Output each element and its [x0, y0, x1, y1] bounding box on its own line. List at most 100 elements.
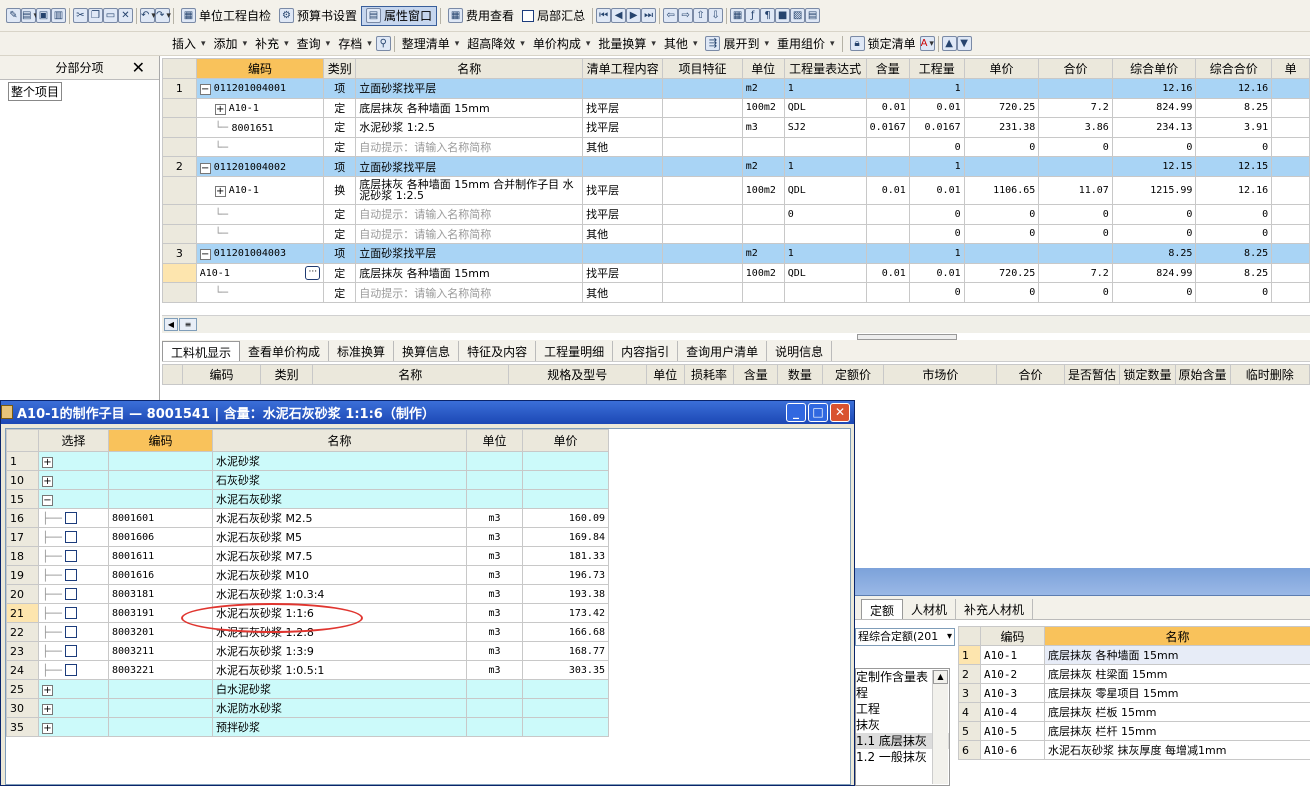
content-cell[interactable]: 其他: [582, 282, 664, 303]
bill-row[interactable]: + A10-1 定底层抹灰 各种墙面 15mm 找平层 100m2 QDL 0.01 0.01…: [162, 97, 1310, 119]
close-icon[interactable]: ✕: [830, 403, 850, 422]
name-cell[interactable]: 底层抹灰 各种墙面 15mm: [355, 97, 584, 119]
cost-view-button[interactable]: ▦ 费用查看: [444, 6, 518, 26]
next-icon[interactable]: ▶: [626, 8, 642, 23]
expr-cell[interactable]: 1: [783, 243, 867, 264]
unit-cell[interactable]: [741, 136, 785, 158]
name-cell[interactable]: 立面砂浆找平层: [355, 156, 584, 177]
undo-icon[interactable]: ↶: [140, 8, 155, 23]
select-checkbox[interactable]: [65, 625, 78, 638]
select-cell[interactable]: +: [38, 717, 109, 737]
unit-cell[interactable]: m3: [741, 117, 785, 138]
reuse-price-menu[interactable]: 重用组价: [773, 34, 839, 54]
content-cell[interactable]: 其他: [582, 136, 664, 158]
name-cell[interactable]: 立面砂浆找平层: [355, 243, 584, 264]
quota-row[interactable]: 2 A10-2 底层抹灰 柱梁面 15mm: [958, 664, 1310, 684]
bill-row[interactable]: 3−011201004003 项立面砂浆找平层 m2 1 1 8.25 8.25: [162, 243, 1310, 264]
code-cell[interactable]: └─: [195, 203, 325, 225]
mortar-row[interactable]: 23 ├── 8003211 水泥石灰砂浆 1:3:9 m3 168.77: [6, 641, 609, 661]
feat-cell[interactable]: [662, 97, 743, 119]
move-left-icon[interactable]: ⇦: [663, 8, 679, 23]
unit-cell[interactable]: m2: [741, 243, 785, 264]
name-cell[interactable]: 底层抹灰 各种墙面 15mm 合并制作子目 水泥砂浆 1:2.5: [355, 175, 584, 205]
last-icon[interactable]: ⏭: [641, 8, 657, 23]
content-cell[interactable]: 找平层: [582, 262, 664, 284]
mortar-row[interactable]: 17 ├── 8001606 水泥石灰砂浆 M5 m3 169.84: [6, 527, 609, 547]
expr-cell[interactable]: [783, 282, 867, 303]
partial-summary-toggle[interactable]: 局部汇总: [518, 6, 589, 26]
code-cell[interactable]: └─ 8001651: [195, 117, 325, 138]
scroll-up-icon[interactable]: ▲: [933, 670, 948, 684]
expr-cell[interactable]: QDL: [783, 175, 867, 205]
delete-icon[interactable]: ✕: [118, 8, 133, 23]
scroll-thumb[interactable]: ≡: [179, 318, 197, 331]
unit-cell[interactable]: [741, 282, 785, 303]
bill-row[interactable]: └─ 定自动提示：请输入名称简称 其他 0 0 0 0 0: [162, 223, 1310, 245]
content-cell[interactable]: [582, 78, 664, 99]
tree-root-item[interactable]: 整个项目: [8, 82, 63, 101]
name-cell[interactable]: 立面砂浆找平层: [355, 78, 584, 99]
content-cell[interactable]: 找平层: [582, 117, 664, 138]
tab-quota[interactable]: 定额: [861, 599, 904, 619]
expr-cell[interactable]: 1: [783, 156, 867, 177]
expand-icon[interactable]: +: [42, 457, 53, 468]
more-options-icon[interactable]: ···: [305, 266, 321, 281]
content-cell[interactable]: [582, 156, 664, 177]
quota-row[interactable]: 1 A10-1 底层抹灰 各种墙面 15mm: [958, 645, 1310, 665]
name-cell[interactable]: 水泥砂浆 1:2.5: [355, 117, 584, 138]
arrow-down-icon[interactable]: ▼: [956, 36, 972, 51]
open-file-icon[interactable]: ▤: [21, 8, 36, 23]
bill-row[interactable]: └─ 定自动提示：请输入名称简称 找平层 0 0 0 0 0 0: [162, 203, 1310, 225]
select-cell[interactable]: ├──: [38, 546, 109, 566]
unit-cell[interactable]: [741, 203, 785, 225]
height-reduction-menu[interactable]: 超高降效: [463, 34, 529, 54]
expr-cell[interactable]: 1: [783, 78, 867, 99]
mortar-row[interactable]: 35 + 预拌砂浆: [6, 717, 609, 737]
quota-library-select[interactable]: 程综合定额(201: [855, 628, 955, 646]
query-menu[interactable]: 查询: [293, 34, 335, 54]
mortar-row[interactable]: 30 + 水泥防水砂浆: [6, 698, 609, 718]
expand-icon[interactable]: +: [42, 685, 53, 696]
content-cell[interactable]: [582, 243, 664, 264]
code-cell[interactable]: + A10-1: [195, 97, 325, 119]
expr-cell[interactable]: [783, 223, 867, 245]
select-checkbox[interactable]: [65, 549, 78, 562]
feat-cell[interactable]: [662, 243, 743, 264]
collapse-icon[interactable]: −: [199, 162, 211, 174]
feat-cell[interactable]: [662, 262, 743, 284]
paste-icon[interactable]: ▭: [103, 8, 118, 23]
unit-cell[interactable]: m2: [741, 156, 785, 177]
select-cell[interactable]: −: [38, 489, 109, 509]
move-up-icon[interactable]: ⇧: [693, 8, 709, 23]
select-checkbox[interactable]: [65, 530, 78, 543]
binoculars-icon[interactable]: ⚲: [375, 36, 391, 51]
lock-list-button[interactable]: 🔒︎ 锁定清单: [846, 34, 920, 54]
name-cell[interactable]: 底层抹灰 各种墙面 15mm: [355, 262, 584, 284]
calculator-tool-icon[interactable]: ▦: [730, 8, 746, 23]
move-down-icon[interactable]: ⇩: [708, 8, 724, 23]
cut-icon[interactable]: ✂: [73, 8, 88, 23]
feat-cell[interactable]: [662, 156, 743, 177]
dialog-title-bar[interactable]: A10-1的制作子目 — 8001541 | 含量：水泥石灰砂浆 1:1:6（制…: [1, 401, 854, 424]
paragraph-icon[interactable]: ¶: [760, 8, 776, 23]
code-cell[interactable]: └─: [195, 136, 325, 158]
document-icon[interactable]: ▤: [805, 8, 821, 23]
feat-cell[interactable]: [662, 175, 743, 205]
bill-row[interactable]: └─ 定自动提示：请输入名称简称 其他 0 0 0 0 0: [162, 136, 1310, 158]
insert-menu[interactable]: 插入: [168, 34, 210, 54]
name-cell[interactable]: 自动提示：请输入名称简称: [355, 203, 584, 225]
quota-row[interactable]: 5 A10-5 底层抹灰 栏杆 15mm: [958, 721, 1310, 741]
mortar-row[interactable]: 15− 水泥石灰砂浆: [6, 489, 609, 509]
maximize-icon[interactable]: □: [808, 403, 828, 422]
mortar-row[interactable]: 10 + 石灰砂浆: [6, 470, 609, 490]
mortar-row[interactable]: 16 ├── 8001601 水泥石灰砂浆 M2.5 m3 160.09: [6, 508, 609, 528]
quota-row[interactable]: 4 A10-4 底层抹灰 栏板 15mm: [958, 702, 1310, 722]
collapse-icon[interactable]: −: [199, 84, 211, 96]
mortar-row[interactable]: 19 ├── 8001616 水泥石灰砂浆 M10 m3 196.73: [6, 565, 609, 585]
feat-cell[interactable]: [662, 223, 743, 245]
content-cell[interactable]: 找平层: [582, 175, 664, 205]
unit-cell[interactable]: [741, 223, 785, 245]
feat-cell[interactable]: [662, 136, 743, 158]
expand-icon[interactable]: +: [214, 186, 226, 198]
unit-price-menu[interactable]: 单价构成: [529, 34, 595, 54]
